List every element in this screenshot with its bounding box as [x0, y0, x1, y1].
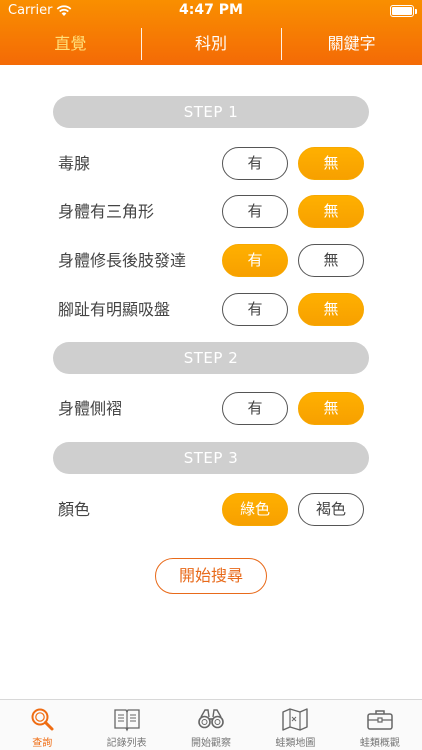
option-brown-button[interactable]: 褐色	[298, 493, 364, 526]
question-row-color: 顏色 綠色 褐色	[0, 492, 422, 528]
question-label: 身體修長後肢發達	[58, 251, 187, 270]
question-row-venom-gland: 毒腺 有 無	[0, 146, 422, 182]
question-row-triangle: 身體有三角形 有 無	[0, 194, 422, 230]
question-row-toe-pads: 腳趾有明顯吸盤 有 無	[0, 292, 422, 328]
option-yes-button[interactable]: 有	[222, 293, 288, 326]
option-yes-button[interactable]: 有	[222, 195, 288, 228]
nav-item-overview[interactable]: 蛙類概觀	[338, 700, 422, 750]
book-icon	[113, 709, 140, 732]
question-label: 毒腺	[58, 154, 91, 173]
step-1-header: STEP 1	[53, 96, 369, 128]
step-2-header: STEP 2	[53, 342, 369, 374]
start-search-button[interactable]: 開始搜尋	[155, 558, 267, 594]
nav-label: 記錄列表	[106, 738, 147, 749]
status-bar: Carrier 4:47 PM	[0, 0, 422, 22]
binoculars-icon	[198, 709, 224, 729]
option-green-button[interactable]: 綠色	[222, 493, 288, 526]
option-no-button[interactable]: 無	[298, 195, 364, 228]
question-row-dorsolateral-fold: 身體側褶 有 無	[0, 391, 422, 427]
question-label: 身體有三角形	[58, 202, 155, 221]
mode-tabs: 直覺 科別 關鍵字	[0, 28, 422, 60]
option-no-button[interactable]: 無	[298, 392, 364, 425]
question-row-long-hindlimbs: 身體修長後肢發達 有 無	[0, 243, 422, 279]
tab-family[interactable]: 科別	[140, 28, 282, 60]
magnifier-icon	[31, 708, 54, 731]
option-no-button[interactable]: 無	[298, 147, 364, 180]
option-no-button[interactable]: 無	[298, 293, 364, 326]
step-3-header: STEP 3	[53, 442, 369, 474]
nav-label: 查詢	[32, 738, 53, 749]
nav-item-search[interactable]: 查詢	[0, 700, 84, 750]
nav-label: 蛙類地圖	[275, 738, 316, 749]
nav-item-records[interactable]: 記錄列表	[84, 700, 168, 750]
option-yes-button[interactable]: 有	[222, 147, 288, 180]
tab-intuition[interactable]: 直覺	[0, 28, 141, 60]
question-label: 腳趾有明顯吸盤	[58, 300, 171, 319]
map-icon	[282, 708, 309, 731]
nav-label: 開始觀察	[191, 738, 232, 749]
option-no-button[interactable]: 無	[298, 244, 364, 277]
clock: 4:47 PM	[179, 2, 243, 18]
question-label: 顏色	[58, 500, 91, 519]
battery-icon	[390, 5, 417, 17]
option-yes-button[interactable]: 有	[222, 392, 288, 425]
top-header: Carrier 4:47 PM 直覺 科別 關鍵字	[0, 0, 422, 65]
nav-label: 蛙類概觀	[359, 738, 400, 749]
briefcase-icon	[367, 710, 393, 730]
nav-item-observe[interactable]: 開始觀察	[169, 700, 253, 750]
bottom-nav: 查詢 記錄列表 開始觀察 蛙類地圖 蛙類概觀	[0, 699, 422, 750]
nav-item-map[interactable]: 蛙類地圖	[253, 700, 337, 750]
question-label: 身體側褶	[58, 399, 123, 418]
option-yes-button[interactable]: 有	[222, 244, 288, 277]
tab-keyword[interactable]: 關鍵字	[281, 28, 422, 60]
